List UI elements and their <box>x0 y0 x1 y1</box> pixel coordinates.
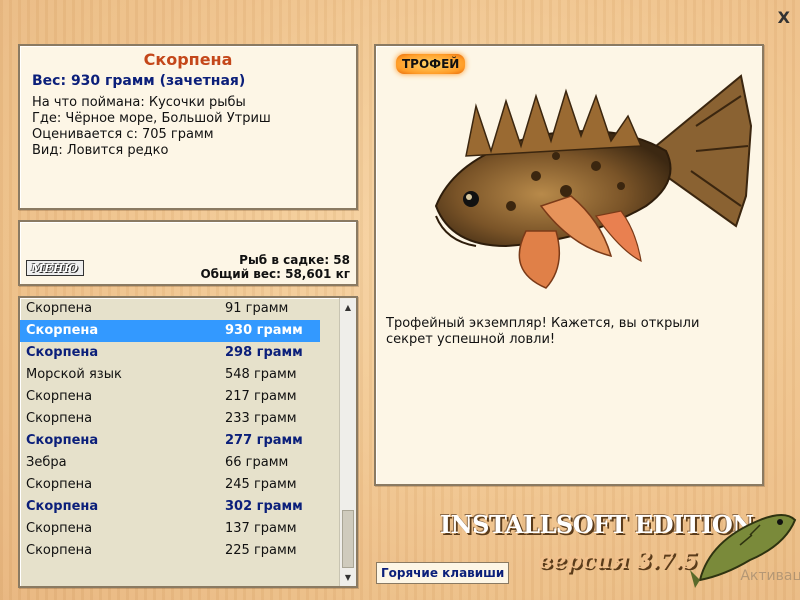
catch-list-row[interactable]: Скорпена 91 грамм <box>20 298 320 320</box>
catch-list[interactable]: Скорпена 91 грамм Скорпена 930 грамм Скорпен… <box>18 296 358 588</box>
catch-fish-name: Скорпена <box>26 323 99 338</box>
catch-fish-weight: 225 грамм <box>225 543 297 558</box>
catch-fish-weight: 217 грамм <box>225 389 297 404</box>
trophy-description: Трофейный экземпляр! Кажется, вы открыли… <box>386 316 700 347</box>
catch-fish-name: Морской язык <box>26 367 122 382</box>
fish-info-panel: Скорпена Вес: 930 грамм (зачетная) На чт… <box>18 44 358 210</box>
fish-count: Рыб в садке: 58 <box>239 253 350 267</box>
catch-list-row[interactable]: Скорпена 277 грамм <box>20 430 320 452</box>
keepnet-stats-panel: МЕНЮ Рыб в садке: 58 Общий вес: 58,601 к… <box>18 220 358 286</box>
catch-list-row[interactable]: Скорпена 137 грамм <box>20 518 320 540</box>
catch-list-row[interactable]: Скорпена 233 грамм <box>20 408 320 430</box>
catch-fish-weight: 137 грамм <box>225 521 297 536</box>
catch-fish-name: Скорпена <box>26 389 93 404</box>
catch-fish-name: Скорпена <box>26 543 93 558</box>
catch-fish-weight: 298 грамм <box>225 345 303 360</box>
catch-fish-name: Скорпена <box>26 301 93 316</box>
catch-list-row[interactable]: Скорпена 225 грамм <box>20 540 320 562</box>
valued-info: Оценивается с: 705 грамм <box>32 127 214 142</box>
scorpionfish-image <box>434 74 753 289</box>
catch-fish-weight: 66 грамм <box>225 455 289 470</box>
species-info: Вид: Ловится редко <box>32 143 169 158</box>
location-info: Где: Чёрное море, Большой Утриш <box>32 111 271 126</box>
fish-name: Скорпена <box>143 50 233 69</box>
catch-fish-name: Скорпена <box>26 477 93 492</box>
scroll-down-icon[interactable]: ▼ <box>341 570 355 584</box>
scroll-up-icon[interactable]: ▲ <box>341 300 355 314</box>
bait-info: На что поймана: Кусочки рыбы <box>32 95 246 110</box>
catch-fish-name: Скорпена <box>26 411 93 426</box>
catch-list-row[interactable]: Скорпена 298 грамм <box>20 342 320 364</box>
catch-list-row[interactable]: Скорпена 930 грамм <box>20 320 320 342</box>
trophy-badge: ТРОФЕЙ <box>396 54 466 74</box>
catch-list-scrollbar[interactable]: ▲ ▼ <box>339 298 356 586</box>
catch-list-row[interactable]: Скорпена 245 грамм <box>20 474 320 496</box>
activate-watermark: Активац <box>740 568 800 584</box>
catch-fish-weight: 233 грамм <box>225 411 297 426</box>
hotkeys-button[interactable]: Горячие клавиши <box>376 562 510 584</box>
catch-fish-name: Зебра <box>26 455 67 470</box>
fish-weight: Вес: 930 грамм (зачетная) <box>32 73 246 89</box>
catch-fish-weight: 245 грамм <box>225 477 297 492</box>
catch-fish-name: Скорпена <box>26 433 99 448</box>
catch-fish-name: Скорпена <box>26 345 99 360</box>
menu-button[interactable]: МЕНЮ <box>26 260 84 276</box>
catch-fish-name: Скорпена <box>26 499 99 514</box>
catch-fish-name: Скорпена <box>26 521 93 536</box>
catch-list-row[interactable]: Скорпена 217 грамм <box>20 386 320 408</box>
trophy-detail-panel: ТРОФЕЙ Трофейный экземпляр! Кажется, вы … <box>374 44 764 486</box>
total-weight: Общий вес: 58,601 кг <box>200 267 350 281</box>
catch-list-row[interactable]: Скорпена 302 грамм <box>20 496 320 518</box>
catch-fish-weight: 302 грамм <box>225 499 303 514</box>
catch-fish-weight: 91 грамм <box>225 301 289 316</box>
catch-fish-weight: 930 грамм <box>225 323 303 338</box>
scroll-thumb[interactable] <box>342 510 354 568</box>
close-button[interactable]: X <box>778 8 790 27</box>
catch-fish-weight: 548 грамм <box>225 367 297 382</box>
catch-fish-weight: 277 грамм <box>225 433 303 448</box>
version-label: версия 3.7.5 <box>538 548 698 574</box>
catch-list-row[interactable]: Зебра 66 грамм <box>20 452 320 474</box>
catch-list-rows: Скорпена 91 грамм Скорпена 930 грамм Скорпен… <box>20 298 356 562</box>
catch-list-row[interactable]: Морской язык 548 грамм <box>20 364 320 386</box>
